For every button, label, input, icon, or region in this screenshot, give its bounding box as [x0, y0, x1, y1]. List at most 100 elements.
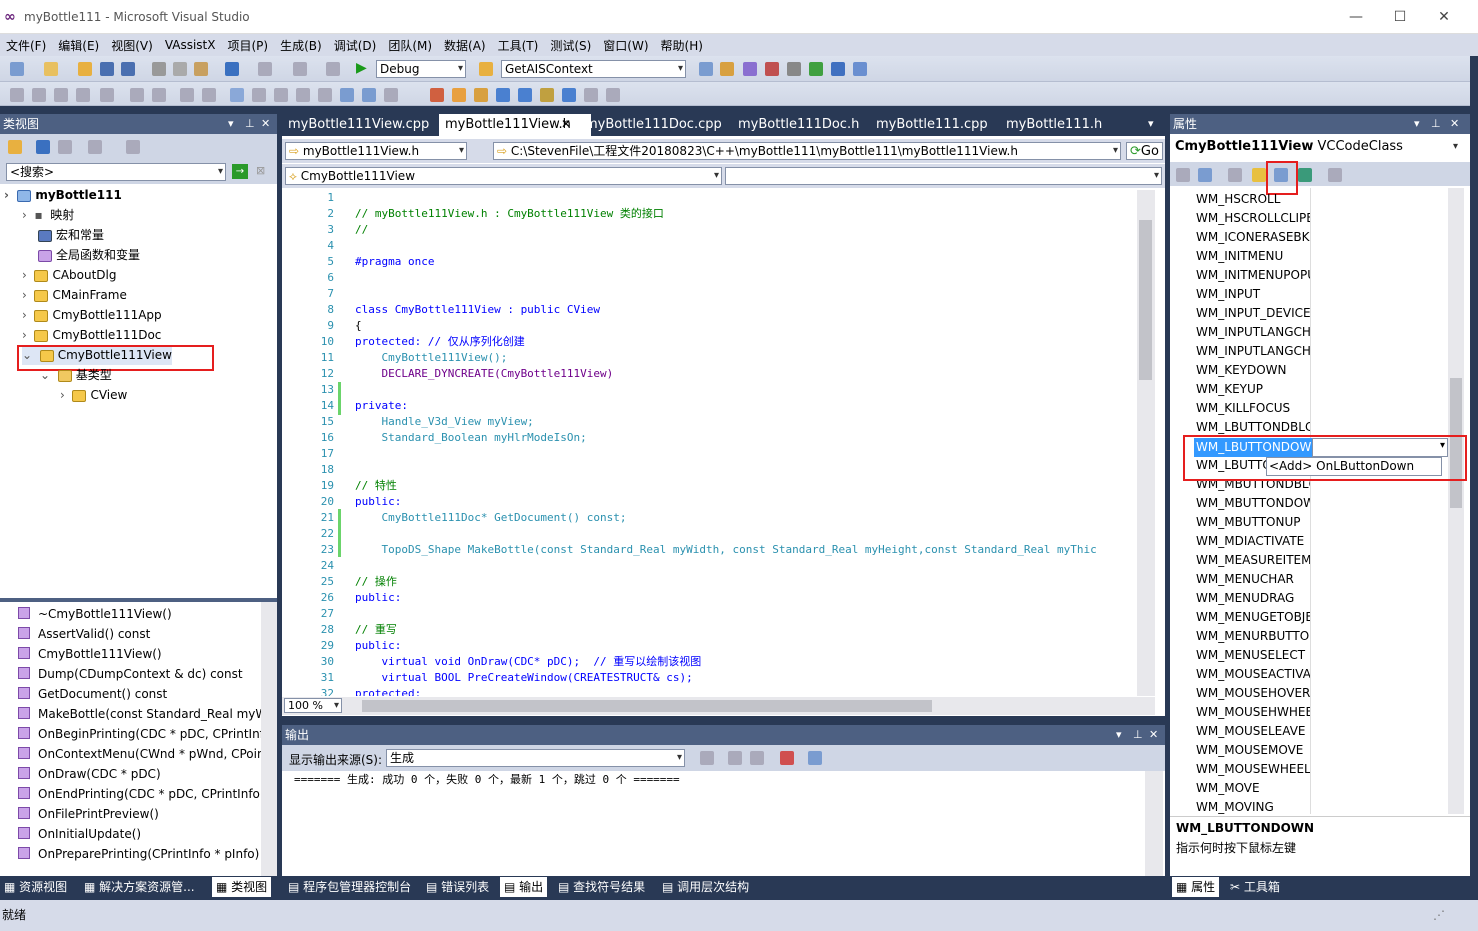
- back-arrow-icon[interactable]: [36, 140, 50, 154]
- message-row[interactable]: WM_MENUCHAR: [1196, 570, 1310, 589]
- message-row[interactable]: WM_HSCROLLCLIPBOARD: [1196, 209, 1310, 228]
- toolbar2-icon-20[interactable]: [474, 88, 488, 102]
- tab-overflow-icon[interactable]: ▾: [1148, 117, 1154, 130]
- toolbar2-icon-3[interactable]: [54, 88, 68, 102]
- message-row[interactable]: WM_MBUTTONUP: [1196, 513, 1310, 532]
- member-item[interactable]: OnPreparePrinting(CPrintInfo * pInfo): [18, 844, 259, 864]
- member-item[interactable]: OnBeginPrinting(CDC * pDC, CPrintInfo: [18, 724, 271, 744]
- toolbar2-icon-6[interactable]: [130, 88, 144, 102]
- message-row[interactable]: WM_MOUSEMOVE: [1196, 741, 1310, 760]
- editor-hscroll-thumb[interactable]: [362, 700, 932, 712]
- pin-icon[interactable]: ⊥: [245, 114, 255, 134]
- panel-close-icon[interactable]: ✕: [1149, 725, 1158, 745]
- toolbar2-icon-18[interactable]: [430, 88, 444, 102]
- menu-edit[interactable]: 编辑(E): [52, 37, 105, 54]
- tree-node-globals[interactable]: 全局函数和变量: [38, 245, 140, 265]
- toolbar2-icon-13[interactable]: [296, 88, 310, 102]
- menu-data[interactable]: 数据(A): [438, 37, 492, 54]
- toolbar2-icon-8[interactable]: [180, 88, 194, 102]
- path-combo[interactable]: ⇨ C:\StevenFile\工程文件20180823\C++\myBottl…: [493, 142, 1121, 160]
- tree-node-doc[interactable]: › CmyBottle111Doc: [22, 325, 161, 345]
- clear-search-icon[interactable]: ⊠: [256, 164, 265, 177]
- toolbar-tool-3-icon[interactable]: [743, 62, 757, 76]
- toolbar-tool-7-icon[interactable]: [831, 62, 845, 76]
- close-button[interactable]: ✕: [1429, 6, 1459, 28]
- save-icon[interactable]: [100, 62, 114, 76]
- find-in-files-icon[interactable]: [479, 62, 493, 76]
- tab-app-h[interactable]: myBottle111.h: [1000, 114, 1108, 136]
- message-row[interactable]: WM_INPUT: [1196, 285, 1310, 304]
- message-row[interactable]: WM_INITMENUPOPUP: [1196, 266, 1310, 285]
- toolbar2-icon-15[interactable]: [340, 88, 354, 102]
- editor-hscrollbar[interactable]: 100 %: [282, 697, 1155, 715]
- message-row[interactable]: WM_INPUT_DEVICE_CHANGE: [1196, 304, 1310, 323]
- member-item[interactable]: Dump(CDumpContext & dc) const: [18, 664, 243, 684]
- code-area[interactable]: 1 2// myBottle111View.h : CmyBottle111Vie…: [282, 190, 1137, 696]
- editor-vscroll-thumb[interactable]: [1139, 220, 1152, 380]
- overrides-icon[interactable]: [1298, 168, 1312, 182]
- toolbar2-icon-11[interactable]: [252, 88, 266, 102]
- start-debug-icon[interactable]: ▶: [356, 60, 367, 76]
- tree-node-cview[interactable]: › CView: [60, 385, 127, 405]
- member-item[interactable]: OnInitialUpdate(): [18, 824, 141, 844]
- member-item[interactable]: OnContextMenu(CWnd * pWnd, CPoin: [18, 744, 265, 764]
- cut-icon[interactable]: [152, 62, 166, 76]
- find-combo[interactable]: GetAISContext: [501, 60, 686, 78]
- message-row[interactable]: WM_MOVE: [1196, 779, 1310, 798]
- open-file-icon[interactable]: [78, 62, 92, 76]
- toolbar-tool-2-icon[interactable]: [720, 62, 734, 76]
- message-row[interactable]: WM_KILLFOCUS: [1196, 399, 1310, 418]
- toolbar2-icon-9[interactable]: [202, 88, 216, 102]
- tab-error-list[interactable]: ▤ 错误列表: [426, 877, 489, 897]
- menu-tools[interactable]: 工具(T): [492, 37, 545, 54]
- properties-icon[interactable]: [1228, 168, 1242, 182]
- tab-view-cpp[interactable]: myBottle111View.cpp: [282, 114, 435, 136]
- undo-icon[interactable]: [225, 62, 239, 76]
- tree-node-base-types[interactable]: ⌄ 基类型: [40, 365, 112, 385]
- member-item[interactable]: MakeBottle(const Standard_Real myW: [18, 704, 267, 724]
- output-scrollbar[interactable]: [1145, 771, 1163, 876]
- navigate-forward-icon[interactable]: [326, 62, 340, 76]
- toolbar2-icon-25[interactable]: [584, 88, 598, 102]
- word-wrap-icon[interactable]: [808, 751, 822, 765]
- tree-node-caboutdlg[interactable]: › CAboutDlg: [22, 265, 117, 285]
- class-combo[interactable]: ⟡ CmyBottle111View: [285, 167, 722, 185]
- toolbar-tool-6-icon[interactable]: [809, 62, 823, 76]
- tab-package-console[interactable]: ▤ 程序包管理器控制台: [288, 877, 411, 897]
- paste-icon[interactable]: [194, 62, 208, 76]
- toolbar2-icon-5[interactable]: [100, 88, 114, 102]
- toolbar2-icon-21[interactable]: [496, 88, 510, 102]
- message-row[interactable]: WM_MENURBUTTONUP: [1196, 627, 1310, 646]
- menu-file[interactable]: 文件(F): [0, 37, 52, 54]
- tab-class-view[interactable]: ▦ 类视图: [212, 877, 272, 897]
- member-item[interactable]: OnFilePrintPreview(): [18, 804, 159, 824]
- go-button[interactable]: ⟳Go: [1126, 142, 1163, 160]
- toolbar2-icon-7[interactable]: [152, 88, 166, 102]
- menu-vassistx[interactable]: VAssistX: [159, 38, 222, 52]
- message-row[interactable]: WM_MOUSEACTIVATE: [1196, 665, 1310, 684]
- message-row[interactable]: WM_MENUSELECT: [1196, 646, 1310, 665]
- message-row[interactable]: WM_MOVING: [1196, 798, 1310, 814]
- toolbar-tool-4-icon[interactable]: [765, 62, 779, 76]
- toolbar-tool-1-icon[interactable]: [699, 62, 713, 76]
- toolbar2-icon-22[interactable]: [518, 88, 532, 102]
- output-tool-3-icon[interactable]: [750, 751, 764, 765]
- toolbar2-icon-1[interactable]: [10, 88, 24, 102]
- message-row[interactable]: WM_INPUTLANGCHANGE: [1196, 323, 1310, 342]
- message-row[interactable]: WM_MENUGETOBJECT: [1196, 608, 1310, 627]
- panel-dropdown-icon[interactable]: ▾: [228, 114, 234, 134]
- message-row[interactable]: WM_MOUSELEAVE: [1196, 722, 1310, 741]
- tab-doc-h[interactable]: myBottle111Doc.h: [732, 114, 865, 136]
- maximize-button[interactable]: ☐: [1385, 6, 1415, 28]
- tab-app-cpp[interactable]: myBottle111.cpp: [870, 114, 994, 136]
- tab-properties[interactable]: ▦ 属性: [1172, 877, 1220, 897]
- save-all-icon[interactable]: [121, 62, 135, 76]
- menu-view[interactable]: 视图(V): [105, 37, 159, 54]
- message-row[interactable]: WM_INITMENU: [1196, 247, 1310, 266]
- message-row[interactable]: WM_MENUDRAG: [1196, 589, 1310, 608]
- menu-project[interactable]: 项目(P): [221, 37, 274, 54]
- toolbar2-icon-10[interactable]: [230, 88, 244, 102]
- message-row[interactable]: WM_MBUTTONDOWN: [1196, 494, 1310, 513]
- toolbar-tool-5-icon[interactable]: [787, 62, 801, 76]
- tab-call-hierarchy[interactable]: ▤ 调用层次结构: [662, 877, 749, 897]
